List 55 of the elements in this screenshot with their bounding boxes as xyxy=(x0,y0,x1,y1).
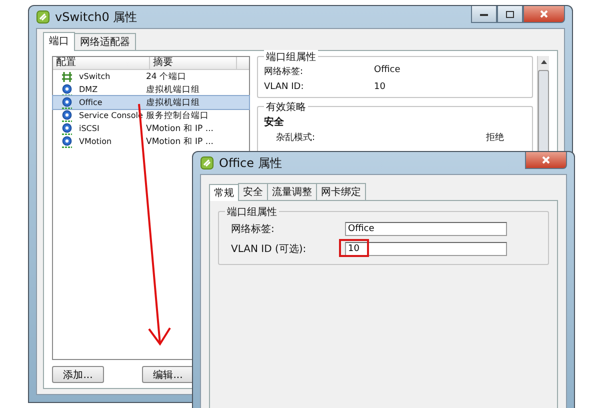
tab[interactable]: 网络适配器 xyxy=(74,33,136,50)
port-name: VMotion xyxy=(79,137,112,146)
port-summary: 虚拟机端口组 xyxy=(146,84,200,96)
network-icon xyxy=(61,136,73,148)
group-title: 端口组属性 xyxy=(225,205,279,219)
list-row[interactable]: Office 虚拟机端口组 xyxy=(53,96,249,109)
property-value: 拒绝 xyxy=(486,132,504,144)
section-heading: 安全 xyxy=(264,115,285,129)
list-row[interactable]: iSCSI VMotion 和 IP ... xyxy=(53,122,249,135)
tab[interactable]: 常规 xyxy=(209,184,239,201)
input-field[interactable]: Office xyxy=(345,222,507,236)
port-summary: 服务控制台端口 xyxy=(146,110,209,122)
port-summary: VMotion 和 IP ... xyxy=(146,136,214,148)
port-name: DMZ xyxy=(79,85,98,94)
property-label: 杂乱模式: xyxy=(276,132,316,144)
network-icon xyxy=(61,122,73,134)
window-title: vSwitch0 属性 xyxy=(55,8,138,26)
close-icon xyxy=(540,10,548,18)
dialog-button[interactable]: 添加... xyxy=(52,366,104,383)
minimize-button[interactable] xyxy=(471,6,497,23)
switch-icon xyxy=(61,70,73,82)
close-icon xyxy=(542,156,550,164)
property-label: VLAN ID: xyxy=(264,82,305,92)
maximize-button[interactable] xyxy=(497,6,523,23)
property-value: 10 xyxy=(374,82,386,92)
port-name: Office xyxy=(79,98,102,107)
scroll-up-icon xyxy=(540,60,546,64)
input-field[interactable]: 10 xyxy=(345,242,507,256)
port-name: vSwitch xyxy=(79,72,110,81)
minimize-icon xyxy=(480,12,488,16)
maximize-icon xyxy=(506,10,514,18)
window-title: Office 属性 xyxy=(219,154,282,172)
port-summary: VMotion 和 IP ... xyxy=(146,122,214,134)
app-icon xyxy=(36,10,50,24)
dialog-button[interactable]: 编辑... xyxy=(142,366,194,383)
network-icon xyxy=(61,96,73,108)
close-button[interactable] xyxy=(523,6,565,23)
field-label: VLAN ID (可选): xyxy=(231,242,308,256)
network-icon xyxy=(61,110,73,122)
column-header[interactable]: 配置 xyxy=(53,57,150,69)
port-summary: 24 个端口 xyxy=(146,70,187,82)
port-name: iSCSI xyxy=(79,124,100,133)
column-header[interactable]: 摘要 xyxy=(150,57,237,69)
tab[interactable]: 网卡绑定 xyxy=(316,183,366,200)
list-row[interactable]: VMotion VMotion 和 IP ... xyxy=(53,135,249,148)
port-summary: 虚拟机端口组 xyxy=(146,96,200,108)
close-button[interactable] xyxy=(525,152,567,169)
property-value: Office xyxy=(374,65,400,77)
field-label: 网络标签: xyxy=(231,222,276,236)
property-label: 网络标签: xyxy=(264,66,304,78)
group-title: 端口组属性 xyxy=(264,50,318,64)
tab[interactable]: 端口 xyxy=(43,32,75,51)
group-title: 有效策略 xyxy=(264,100,308,114)
app-icon xyxy=(200,156,214,170)
list-row[interactable]: vSwitch 24 个端口 xyxy=(53,70,249,83)
